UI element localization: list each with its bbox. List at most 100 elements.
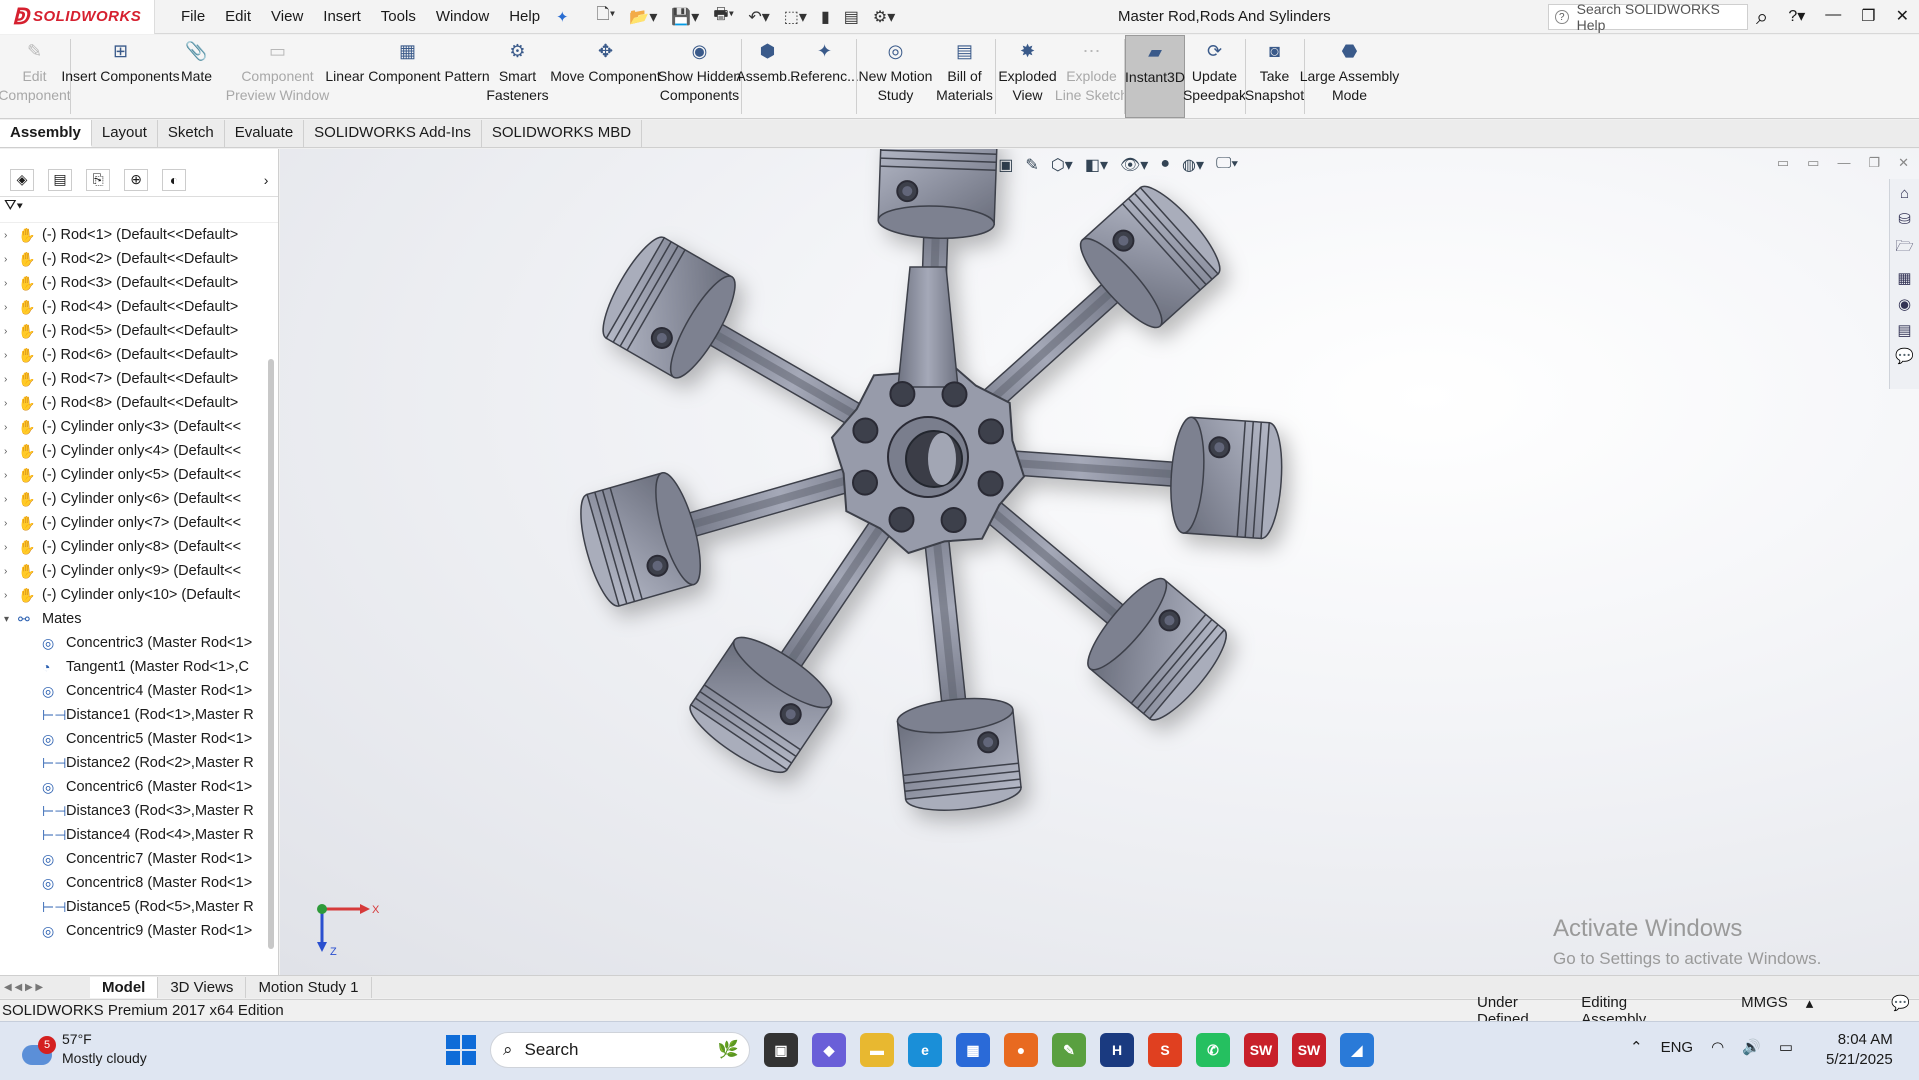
menu-edit[interactable]: Edit — [215, 8, 261, 25]
expand-arrow-icon[interactable]: › — [4, 518, 18, 529]
tab-3d-views[interactable]: 3D Views — [158, 976, 247, 998]
menu-tools[interactable]: Tools — [371, 8, 426, 25]
configuration-manager-icon[interactable]: ⎘ — [86, 168, 111, 191]
blue-app-icon[interactable]: ◢ — [1340, 1033, 1374, 1067]
select-icon[interactable]: ⬚▾ — [784, 7, 807, 27]
file-explorer-taskbar-icon[interactable]: ▬ — [860, 1033, 894, 1067]
ribbon-button-large-assembly[interactable]: ⬣ Large Assembly Mode — [1300, 35, 1400, 118]
h-app-icon[interactable]: H — [1100, 1033, 1134, 1067]
menu-help[interactable]: Help — [499, 8, 550, 25]
tree-item[interactable]: › ✋ (-) Cylinder only<10> (Default< — [0, 583, 278, 607]
task-view-icon[interactable]: ▣ — [764, 1033, 798, 1067]
new-document-icon[interactable]: 🗋▾ — [597, 3, 616, 30]
ribbon-button-move-component[interactable]: ✥ Move Component — [550, 35, 661, 118]
expand-arrow-icon[interactable]: › — [4, 326, 18, 337]
ribbon-button-insert-components[interactable]: ⊞ Insert Components — [61, 35, 179, 118]
property-manager-icon[interactable]: ▤ — [48, 168, 73, 191]
tree-item[interactable]: › ✋ (-) Rod<2> (Default<<Default> — [0, 247, 278, 271]
collapse-arrow-icon[interactable]: ▾ — [4, 614, 18, 625]
display-manager-icon[interactable]: ◐ — [162, 168, 187, 191]
piston[interactable] — [682, 627, 840, 783]
clock[interactable]: 8:04 AM 5/21/2025 — [1826, 1030, 1893, 1070]
tree-item[interactable]: › ✋ (-) Cylinder only<3> (Default<< — [0, 415, 278, 439]
tab-model[interactable]: Model — [90, 976, 159, 998]
tree-item[interactable]: › ✋ (-) Cylinder only<8> (Default<< — [0, 535, 278, 559]
mate-item[interactable]: ◎ Concentric7 (Master Rod<1> — [0, 847, 278, 871]
start-button[interactable] — [446, 1035, 476, 1065]
ribbon-button-reference-geometry[interactable]: ✦ Referenc... — [790, 35, 858, 118]
tab-layout[interactable]: Layout — [92, 120, 158, 147]
expand-arrow-icon[interactable]: › — [4, 566, 18, 577]
mate-item[interactable]: ⊢⊣ Distance5 (Rod<5>,Master R — [0, 895, 278, 919]
expand-arrow-icon[interactable]: › — [4, 446, 18, 457]
tree-item[interactable]: › ✋ (-) Cylinder only<4> (Default<< — [0, 439, 278, 463]
ribbon-button-snapshot[interactable]: ◙ Take Snapshot — [1245, 35, 1304, 118]
expand-arrow-icon[interactable]: › — [4, 494, 18, 505]
piston[interactable] — [877, 149, 998, 240]
language-indicator[interactable]: ENG — [1661, 1039, 1694, 1056]
tree-item[interactable]: › ✋ (-) Rod<5> (Default<<Default> — [0, 319, 278, 343]
minimize-icon[interactable]: — — [1825, 6, 1841, 26]
expand-arrow-icon[interactable]: › — [4, 278, 18, 289]
tree-item[interactable]: › ✋ (-) Cylinder only<5> (Default<< — [0, 463, 278, 487]
expand-arrow-icon[interactable]: › — [4, 590, 18, 601]
mate-item[interactable]: ◔ Tangent1 (Master Rod<1>,C — [0, 655, 278, 679]
tab-mbd[interactable]: SOLIDWORKS MBD — [482, 120, 643, 147]
tab-evaluate[interactable]: Evaluate — [225, 120, 305, 147]
piston[interactable] — [1167, 416, 1285, 540]
feature-tree-icon[interactable]: ◈ — [10, 168, 35, 191]
tree-item[interactable]: › ✋ (-) Rod<3> (Default<<Default> — [0, 271, 278, 295]
copilot-icon[interactable]: ◆ — [812, 1033, 846, 1067]
expand-arrow-icon[interactable]: › — [4, 254, 18, 265]
ribbon-button-fasteners[interactable]: ⚙ Smart Fasteners — [483, 35, 553, 118]
tree-item[interactable]: › ✋ (-) Rod<7> (Default<<Default> — [0, 367, 278, 391]
restore-icon[interactable]: ❐ — [1861, 6, 1875, 26]
tree-item[interactable]: › ✋ (-) Cylinder only<9> (Default<< — [0, 559, 278, 583]
ribbon-button-show-hidden[interactable]: ◉ Show Hidden Components — [658, 35, 741, 118]
solidworks-taskbar-icon-2[interactable]: SW — [1292, 1033, 1326, 1067]
menu-view[interactable]: View — [261, 8, 313, 25]
expand-arrow-icon[interactable]: › — [4, 230, 18, 241]
solidworks-logo[interactable]: ↁ SOLIDWORKS — [0, 0, 155, 34]
mate-item[interactable]: ◎ Concentric4 (Master Rod<1> — [0, 679, 278, 703]
open-icon[interactable]: 📂▾ — [629, 7, 657, 27]
ribbon-button-edit-component[interactable]: ✎ Edit Component — [0, 35, 71, 118]
menu-file[interactable]: File — [171, 8, 215, 25]
tree-item[interactable]: › ✋ (-) Rod<1> (Default<<Default> — [0, 223, 278, 247]
edge-icon[interactable]: e — [908, 1033, 942, 1067]
save-icon[interactable]: 💾▾ — [671, 7, 699, 27]
tray-chevron-icon[interactable]: ⌃ — [1630, 1038, 1643, 1056]
ribbon-button-bom[interactable]: ▤ Bill of Materials — [935, 35, 995, 118]
mate-item[interactable]: ⊢⊣ Distance3 (Rod<3>,Master R — [0, 799, 278, 823]
mate-item[interactable]: ◎ Concentric9 (Master Rod<1> — [0, 919, 278, 943]
piston[interactable] — [896, 694, 1023, 816]
ribbon-button-assembly-features[interactable]: ⬢ Assemb... — [736, 35, 798, 118]
ribbon-button-mate[interactable]: 📎 Mate — [171, 35, 223, 118]
weather-widget[interactable]: 5 57°F Mostly cloudy — [22, 1030, 147, 1068]
pen-app-icon[interactable]: ✎ — [1052, 1033, 1086, 1067]
help-search-field[interactable]: ? Search SOLIDWORKS Help — [1548, 1, 1748, 33]
print-icon[interactable]: 🖶▾ — [713, 3, 734, 30]
expand-arrow-icon[interactable]: › — [4, 470, 18, 481]
file-properties-icon[interactable]: ▤ — [844, 7, 859, 27]
mate-item[interactable]: ◎ Concentric8 (Master Rod<1> — [0, 871, 278, 895]
ribbon-button-preview-window[interactable]: ▭ Component Preview Window — [223, 35, 333, 118]
tab-assembly[interactable]: Assembly — [0, 120, 92, 147]
mate-item[interactable]: ⊢⊣ Distance4 (Rod<4>,Master R — [0, 823, 278, 847]
panel-scrollbar[interactable] — [268, 359, 274, 949]
rebuild-icon[interactable]: ▮ — [821, 7, 830, 27]
expand-arrow-icon[interactable]: › — [4, 398, 18, 409]
ribbon-button-instant3d[interactable]: ▰ Instant3D — [1125, 35, 1185, 118]
close-icon[interactable]: ✕ — [1896, 6, 1909, 26]
mate-item[interactable]: ◎ Concentric6 (Master Rod<1> — [0, 775, 278, 799]
ribbon-button-explode-line[interactable]: ⋯ Explode Line Sketch — [1055, 35, 1128, 118]
master-rod-hub[interactable] — [830, 266, 1026, 555]
expand-arrow-icon[interactable]: › — [4, 422, 18, 433]
dimxpert-icon[interactable]: ⊕ — [124, 168, 149, 191]
whatsapp-icon[interactable]: ✆ — [1196, 1033, 1230, 1067]
options-icon[interactable]: ⚙▾ — [873, 7, 895, 27]
menu-insert[interactable]: Insert — [313, 8, 371, 25]
mate-item[interactable]: ⊢⊣ Distance2 (Rod<2>,Master R — [0, 751, 278, 775]
expand-arrow-icon[interactable]: › — [4, 302, 18, 313]
ribbon-button-pattern[interactable]: ▦ Linear Component Pattern — [325, 35, 489, 118]
